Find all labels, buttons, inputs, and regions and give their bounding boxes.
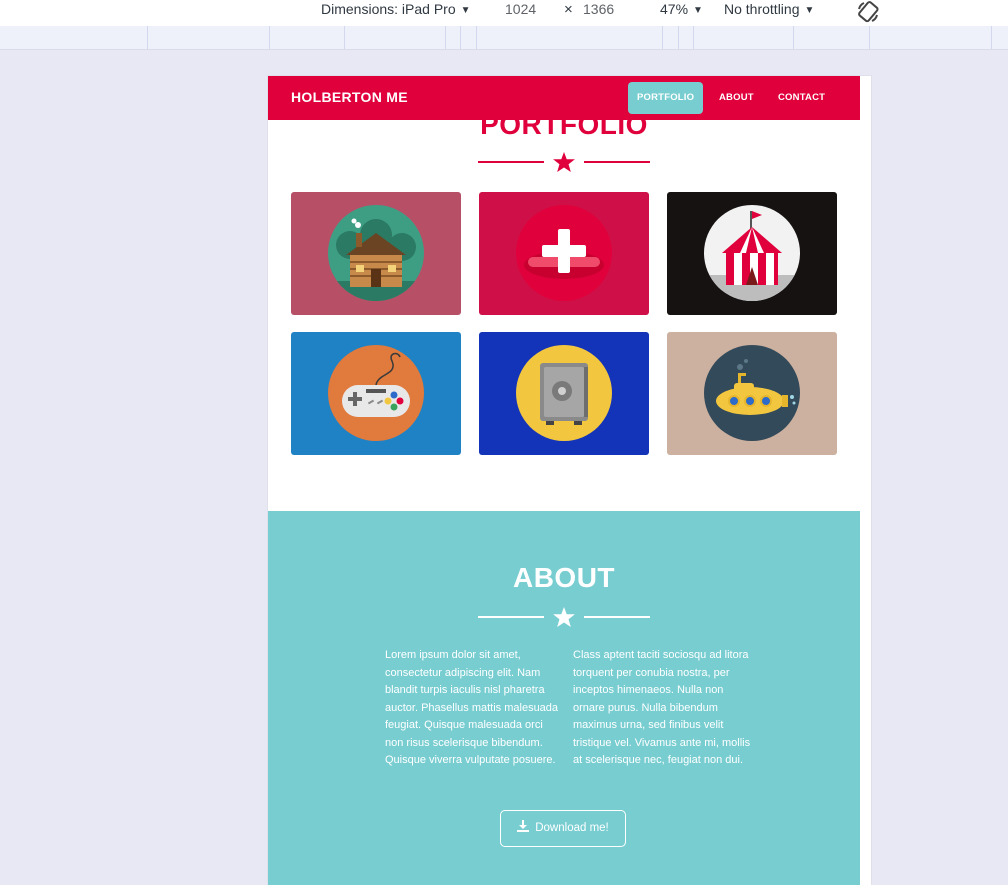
game-controller-icon [328, 345, 424, 441]
safe-icon [516, 345, 612, 441]
about-text-right: Class aptent taciti sociosqu ad litora t… [573, 649, 751, 766]
about-title: ABOUT [512, 562, 616, 593]
rotate-icon[interactable] [856, 0, 880, 24]
dropdown-arrow-icon: ▼ [460, 5, 471, 16]
width-input[interactable]: 1024 [505, 1, 536, 17]
height-input[interactable]: 1366 [583, 1, 614, 17]
cabin-icon [328, 205, 424, 301]
portfolio-divider [478, 152, 650, 172]
star-icon [553, 607, 575, 627]
nav-link-about[interactable]: ABOUT [710, 82, 763, 114]
times-icon: × [564, 1, 573, 18]
submarine-icon [704, 345, 800, 441]
dropdown-arrow-icon: ▼ [804, 5, 815, 16]
portfolio-item-safe[interactable] [479, 332, 649, 455]
device-label: Dimensions: iPad Pro [321, 1, 456, 17]
download-label: Download me! [535, 822, 609, 834]
about-text-left: Lorem ipsum dolor sit amet, consectetur … [385, 649, 559, 766]
scrollbar[interactable] [860, 76, 871, 885]
circus-tent-icon [704, 205, 800, 301]
cake-plus-icon [516, 205, 612, 301]
star-icon [553, 152, 575, 172]
dropdown-arrow-icon: ▼ [693, 5, 703, 16]
brand-logo[interactable]: HOLBERTON ME [291, 89, 408, 105]
device-select[interactable]: Dimensions: iPad Pro ▼ [321, 1, 471, 17]
zoom-select[interactable]: 47% ▼ [660, 1, 703, 17]
about-divider [478, 607, 650, 627]
zoom-label: 47% [660, 1, 689, 17]
portfolio-item-circus[interactable] [667, 192, 837, 315]
portfolio-item-cake[interactable] [479, 192, 649, 315]
portfolio-item-submarine[interactable] [667, 332, 837, 455]
device-toolbar: Dimensions: iPad Pro ▼ 1024 × 1366 47% ▼ N… [0, 0, 1008, 26]
navbar: HOLBERTON ME PORTFOLIO ABOUT CONTACT [268, 76, 860, 120]
download-icon [517, 820, 530, 832]
throttle-select[interactable]: No throttling ▼ [724, 1, 814, 17]
portfolio-item-controller[interactable] [291, 332, 461, 455]
about-section: ABOUT Lorem ipsum dolor sit amet, consec… [268, 511, 860, 885]
throttle-label: No throttling [724, 1, 800, 17]
media-query-ruler[interactable] [0, 26, 1008, 50]
portfolio-item-cabin[interactable] [291, 192, 461, 315]
web-page: HOLBERTON ME PORTFOLIO ABOUT CONTACT POR… [268, 76, 860, 885]
device-viewport: HOLBERTON ME PORTFOLIO ABOUT CONTACT POR… [268, 76, 871, 885]
download-button[interactable]: Download me! [500, 810, 626, 847]
nav-link-contact[interactable]: CONTACT [769, 82, 834, 114]
nav-link-portfolio[interactable]: PORTFOLIO [628, 82, 704, 114]
